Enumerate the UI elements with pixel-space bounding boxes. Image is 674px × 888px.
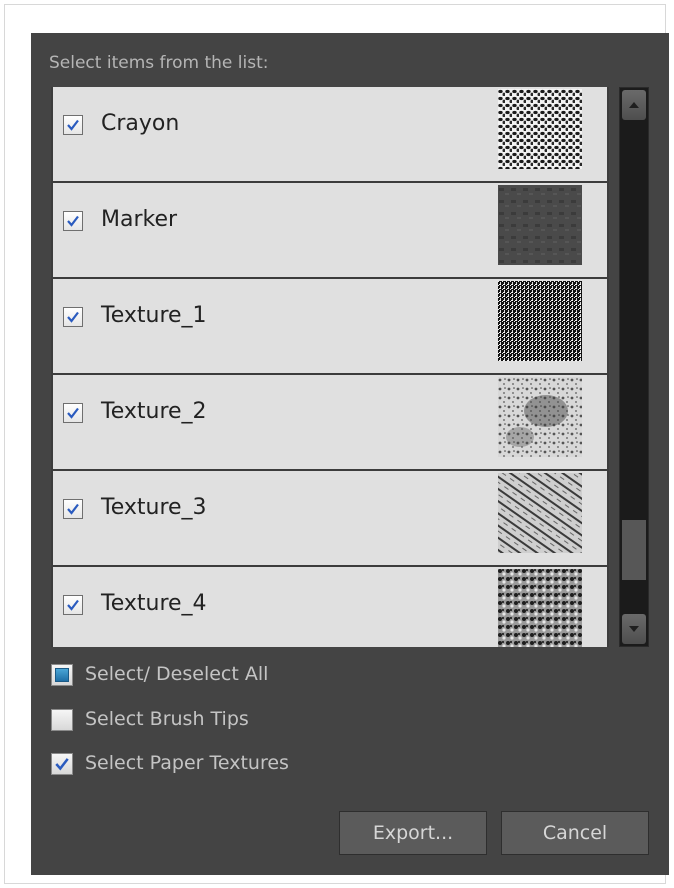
item-checkbox[interactable] (63, 595, 83, 615)
export-dialog: Select items from the list: Crayon Marke… (31, 33, 669, 875)
item-label: Texture_3 (101, 495, 207, 520)
item-checkbox[interactable] (63, 403, 83, 423)
select-all-checkbox[interactable] (51, 664, 73, 686)
texture-2-thumbnail (498, 377, 582, 457)
check-icon (55, 758, 69, 771)
item-checkbox[interactable] (63, 499, 83, 519)
marker-texture-thumbnail (498, 185, 582, 265)
cancel-button[interactable]: Cancel (501, 811, 649, 855)
check-icon (67, 311, 79, 323)
list-item[interactable]: Crayon (53, 87, 607, 181)
item-label: Texture_1 (101, 303, 207, 328)
item-label: Texture_4 (101, 591, 207, 616)
partial-indicator (55, 668, 69, 682)
item-label: Crayon (101, 111, 180, 136)
paper-textures-label: Select Paper Textures (85, 752, 289, 774)
list-item[interactable]: Texture_4 (53, 567, 607, 647)
brush-tips-label: Select Brush Tips (85, 708, 249, 730)
texture-4-thumbnail (498, 569, 582, 647)
crayon-texture-thumbnail (498, 89, 582, 169)
check-icon (67, 215, 79, 227)
texture-1-thumbnail (498, 281, 582, 361)
export-button[interactable]: Export... (339, 811, 487, 855)
list-scrollbar[interactable] (619, 87, 649, 647)
select-all-label: Select/ Deselect All (85, 663, 269, 685)
scroll-up-button[interactable] (622, 90, 646, 120)
item-checkbox[interactable] (63, 211, 83, 231)
scroll-thumb[interactable] (622, 520, 646, 580)
list-item[interactable]: Texture_3 (53, 471, 607, 565)
texture-3-thumbnail (498, 473, 582, 553)
check-icon (67, 119, 79, 131)
list-item[interactable]: Marker (53, 183, 607, 277)
list-item[interactable]: Texture_2 (53, 375, 607, 469)
scroll-down-button[interactable] (622, 614, 646, 644)
arrow-down-icon (629, 626, 639, 632)
item-list: Crayon Marker Texture_1 Texture_2 Textur… (51, 87, 609, 647)
brush-tips-checkbox[interactable] (51, 709, 73, 731)
item-label: Marker (101, 207, 178, 232)
item-checkbox[interactable] (63, 307, 83, 327)
check-icon (67, 407, 79, 419)
list-item[interactable]: Texture_1 (53, 279, 607, 373)
list-prompt: Select items from the list: (49, 53, 269, 73)
arrow-up-icon (629, 102, 639, 108)
paper-textures-checkbox[interactable] (51, 753, 73, 775)
check-icon (67, 599, 79, 611)
check-icon (67, 503, 79, 515)
outer-frame: Select items from the list: Crayon Marke… (4, 4, 669, 884)
item-checkbox[interactable] (63, 115, 83, 135)
item-label: Texture_2 (101, 399, 207, 424)
